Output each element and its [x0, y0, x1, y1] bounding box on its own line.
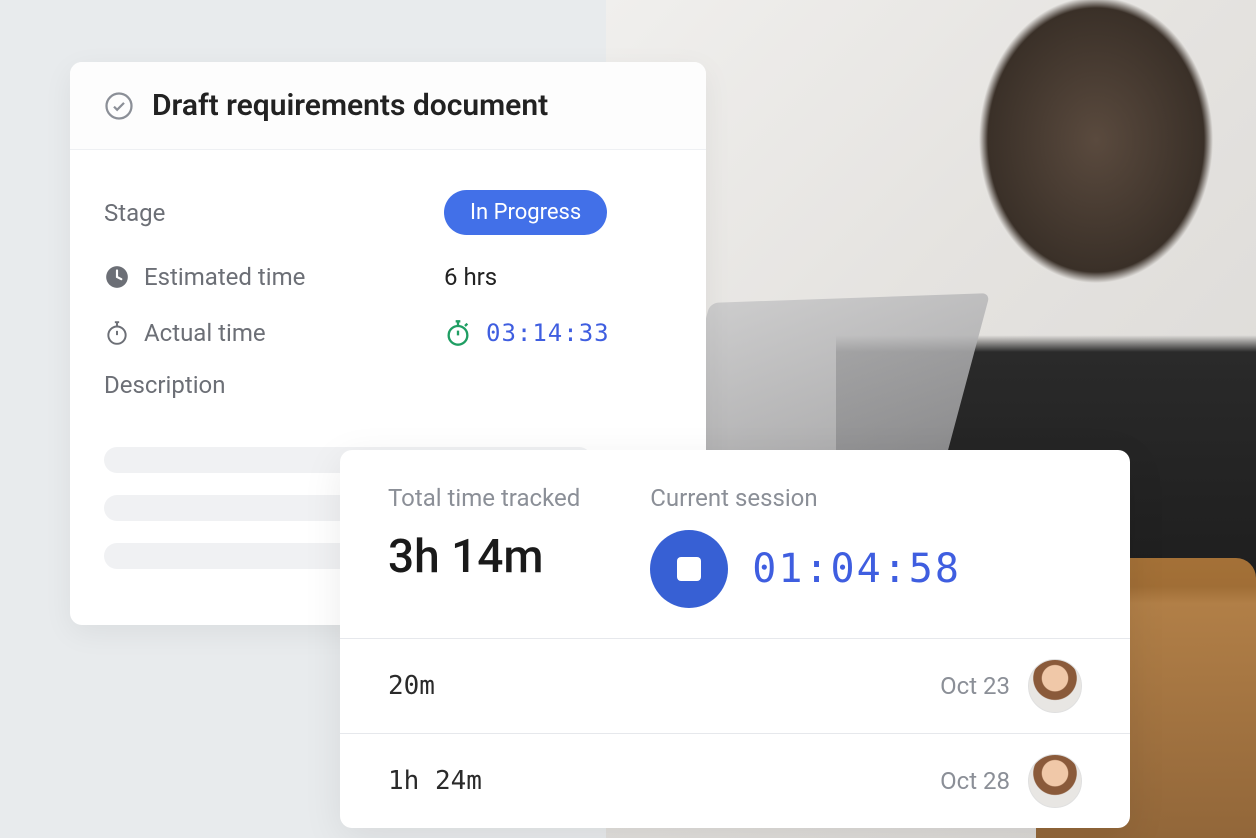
check-circle-icon: [104, 91, 134, 121]
estimated-time-label: Estimated time: [144, 263, 305, 291]
actual-time-label: Actual time: [144, 319, 266, 347]
task-title: Draft requirements document: [152, 88, 548, 123]
task-header: Draft requirements document: [70, 62, 706, 150]
stop-icon: [677, 557, 701, 581]
entry-duration: 1h 24m: [388, 766, 482, 796]
total-time-value: 3h 14m: [388, 530, 580, 584]
time-entries-list: 20m Oct 23 1h 24m Oct 28: [340, 638, 1130, 828]
description-label: Description: [104, 371, 672, 399]
stage-row: Stage In Progress: [104, 176, 672, 249]
tracker-summary: Total time tracked 3h 14m Current sessio…: [340, 450, 1130, 638]
current-session-col: Current session 01:04:58: [650, 484, 961, 608]
clock-icon: [104, 264, 130, 290]
estimated-time-value: 6 hrs: [444, 263, 497, 291]
stopwatch-icon: [104, 320, 130, 346]
actual-time-value: 03:14:33: [486, 319, 610, 347]
current-session-value: 01:04:58: [752, 546, 961, 592]
stop-timer-button[interactable]: [650, 530, 728, 608]
entry-duration: 20m: [388, 671, 435, 701]
user-avatar: [1028, 754, 1082, 808]
stage-label: Stage: [104, 199, 165, 227]
total-time-label: Total time tracked: [388, 484, 580, 512]
estimated-time-row: Estimated time 6 hrs: [104, 249, 672, 305]
entry-date: Oct 28: [940, 767, 1010, 795]
stage-pill[interactable]: In Progress: [444, 190, 607, 235]
actual-time-row: Actual time 03:14:33: [104, 305, 672, 361]
user-avatar: [1028, 659, 1082, 713]
time-entry-row[interactable]: 1h 24m Oct 28: [340, 733, 1130, 828]
stopwatch-running-icon: [444, 319, 472, 347]
time-tracker-card: Total time tracked 3h 14m Current sessio…: [340, 450, 1130, 828]
current-session-label: Current session: [650, 484, 961, 512]
time-entry-row[interactable]: 20m Oct 23: [340, 638, 1130, 733]
total-time-col: Total time tracked 3h 14m: [388, 484, 580, 608]
entry-date: Oct 23: [940, 672, 1010, 700]
